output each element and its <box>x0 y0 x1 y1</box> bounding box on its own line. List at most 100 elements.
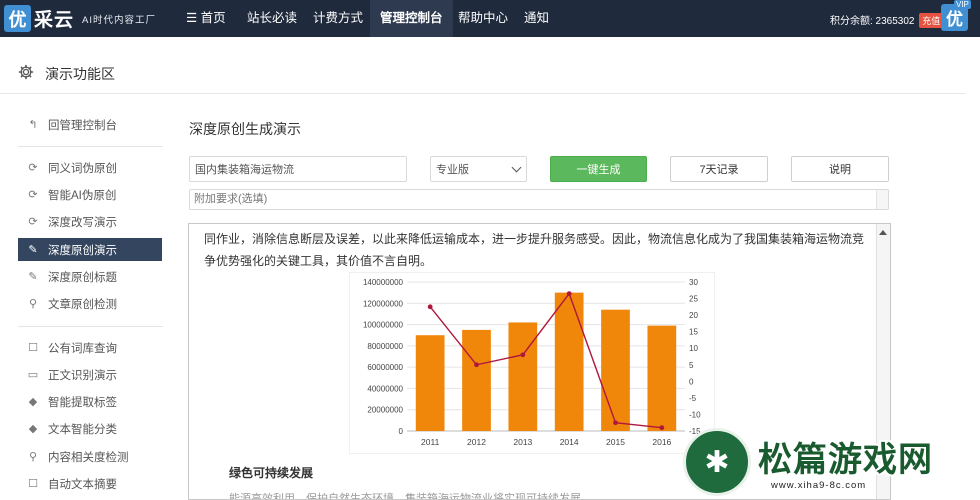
result-paragraph: 同作业，消除信息断层及误差，以此来降低运输成本，进一步提升服务感受。因此，物流信… <box>204 232 865 268</box>
scroll-up-arrow-icon[interactable] <box>879 230 887 235</box>
refresh-icon: ⟳ <box>28 189 38 201</box>
page-title: 演示功能区 <box>45 66 115 82</box>
back-icon: ↰ <box>28 119 38 131</box>
points-balance-text: 积分余额: 2365302 <box>830 16 915 27</box>
sidebar-item-ai-rewrite[interactable]: ⟳ 智能AI伪原创 <box>18 183 162 206</box>
sidebar-item-text-classification[interactable]: ◆ 文本智能分类 <box>18 417 162 440</box>
tag-icon: ◆ <box>28 396 38 408</box>
edit-icon: ✎ <box>28 244 38 256</box>
sidebar-item-label: 文本智能分类 <box>48 423 117 436</box>
search-icon: ⚲ <box>28 451 38 463</box>
y-right-tick-label: 30 <box>689 278 698 287</box>
y-left-tick-label: 100000000 <box>363 321 404 330</box>
nav-notifications[interactable]: 通知 <box>514 0 559 37</box>
edit-icon: ✎ <box>28 271 38 283</box>
y-left-tick-label: 40000000 <box>367 384 403 393</box>
help-button[interactable]: 说明 <box>791 156 889 182</box>
sidebar-item-originality-check[interactable]: ⚲ 文章原创检测 <box>18 292 162 315</box>
y-left-tick-label: 140000000 <box>363 278 404 287</box>
top-navbar: 优 采云 AI时代内容工厂 ☰ 首页 站长必读 计费方式 管理控制台 帮助中心 … <box>0 0 980 37</box>
extra-requirements-textarea[interactable]: 附加要求(选填) <box>189 189 889 210</box>
sidebar-divider <box>18 326 163 327</box>
y-right-tick-label: 5 <box>689 361 694 370</box>
nav-pricing[interactable]: 计费方式 <box>303 0 373 37</box>
y-left-tick-label: 60000000 <box>367 363 403 372</box>
chart-bar <box>554 292 584 431</box>
sidebar-item-label: 深度改写演示 <box>48 216 117 229</box>
sidebar-item-synonym-rewrite[interactable]: ⟳ 同义词伪原创 <box>18 156 162 179</box>
sidebar-item-relevance-check[interactable]: ⚲ 内容相关度检测 <box>18 445 162 468</box>
keyword-input-value: 国内集装箱海运物流 <box>195 164 294 176</box>
sidebar-item-deep-rewrite[interactable]: ⟳ 深度改写演示 <box>18 210 162 233</box>
sidebar-item-label: 智能AI伪原创 <box>48 189 117 202</box>
chart-line-point <box>520 352 526 358</box>
y-right-tick-label: 0 <box>689 377 694 386</box>
logo-name: 采云 <box>34 9 75 31</box>
keyword-input[interactable]: 国内集装箱海运物流 <box>189 156 407 182</box>
chart-bar <box>508 322 538 431</box>
bar-line-chart: 140000000 120000000 100000000 80000000 60000… <box>349 272 715 454</box>
x-tick-label: 2014 <box>560 437 579 447</box>
sidebar-item-tag-extraction[interactable]: ◆ 智能提取标签 <box>18 390 162 413</box>
sidebar-item-back-console[interactable]: ↰ 回管理控制台 <box>18 113 162 136</box>
y-left-tick-label: 120000000 <box>363 299 404 308</box>
nav-must-read[interactable]: 站长必读 <box>237 0 307 37</box>
logo[interactable]: 优 采云 AI时代内容工厂 <box>4 4 156 33</box>
vip-badge: VIP <box>954 0 971 9</box>
document-icon: ☐ <box>28 478 38 490</box>
gear-icon <box>18 64 34 80</box>
nav-help-center[interactable]: 帮助中心 <box>448 0 518 37</box>
history-button[interactable]: 7天记录 <box>670 156 768 182</box>
y-right-tick-label: 20 <box>689 311 698 320</box>
edition-select[interactable]: 专业版 <box>430 156 527 182</box>
generate-button[interactable]: 一键生成 <box>550 156 647 182</box>
nav-home[interactable]: ☰ 首页 <box>176 0 236 37</box>
chart-line-point <box>659 425 665 431</box>
sidebar-item-label: 同义词伪原创 <box>48 162 117 175</box>
x-tick-label: 2015 <box>606 437 625 447</box>
nav-console[interactable]: 管理控制台 <box>370 0 453 37</box>
logo-slogan: AI时代内容工厂 <box>82 14 156 26</box>
sidebar-item-deep-original[interactable]: ✎ 深度原创演示 <box>18 238 162 261</box>
chart-line-point <box>474 362 479 368</box>
sidebar-item-auto-summary[interactable]: ☐ 自动文本摘要 <box>18 472 162 495</box>
palm-tree-logo-icon: ✱ <box>683 428 751 496</box>
monitor-icon: ▭ <box>27 369 39 381</box>
y-right-tick-label: -10 <box>689 410 701 419</box>
y-left-tick-label: 20000000 <box>367 406 403 415</box>
y-right-tick-label: 10 <box>689 344 698 353</box>
chart-line-point <box>613 420 618 426</box>
sidebar-item-label: 深度原创标题 <box>48 271 117 284</box>
sidebar-item-deep-title[interactable]: ✎ 深度原创标题 <box>18 265 162 288</box>
chevron-down-icon <box>511 162 522 173</box>
watermark-text: 松篇游戏网 <box>758 440 933 480</box>
sidebar-item-lexicon-query[interactable]: ☐ 公有词库查询 <box>18 336 162 359</box>
sidebar-item-label: 文章原创检测 <box>48 298 117 311</box>
x-tick-label: 2012 <box>467 437 486 447</box>
sidebar-item-label: 回管理控制台 <box>48 119 117 132</box>
chart-bar <box>462 329 491 431</box>
sidebar-item-text-recognition[interactable]: ▭ 正文识别演示 <box>18 363 162 386</box>
x-tick-label: 2011 <box>421 437 440 447</box>
section-title: 深度原创生成演示 <box>189 121 301 137</box>
result-subheading: 绿色可持续发展 <box>229 466 314 480</box>
search-icon: ⚲ <box>28 298 38 310</box>
sidebar-item-label: 自动文本摘要 <box>48 478 117 491</box>
textarea-resize-handle[interactable] <box>876 190 888 209</box>
site-watermark: ✱ 松篇游戏网 www.xiha9-8c.com <box>683 428 980 500</box>
tag-icon: ◆ <box>28 423 38 435</box>
x-tick-label: 2016 <box>652 437 671 447</box>
sidebar-item-label: 公有词库查询 <box>48 342 117 355</box>
watermark-url: www.xiha9-8c.com <box>771 480 867 491</box>
sidebar-divider <box>18 146 163 147</box>
chart-line-point <box>427 304 433 310</box>
recharge-button[interactable]: 充值 <box>919 13 944 28</box>
y-left-tick-label: 0 <box>399 427 404 436</box>
sidebar-item-label: 深度原创演示 <box>48 244 117 257</box>
book-icon: ☐ <box>28 342 38 354</box>
refresh-icon: ⟳ <box>28 216 38 228</box>
edition-select-value: 专业版 <box>436 164 469 176</box>
sidebar-item-label: 内容相关度检测 <box>48 451 129 464</box>
chart-bar <box>647 325 677 431</box>
extra-requirements-placeholder: 附加要求(选填) <box>194 193 268 205</box>
